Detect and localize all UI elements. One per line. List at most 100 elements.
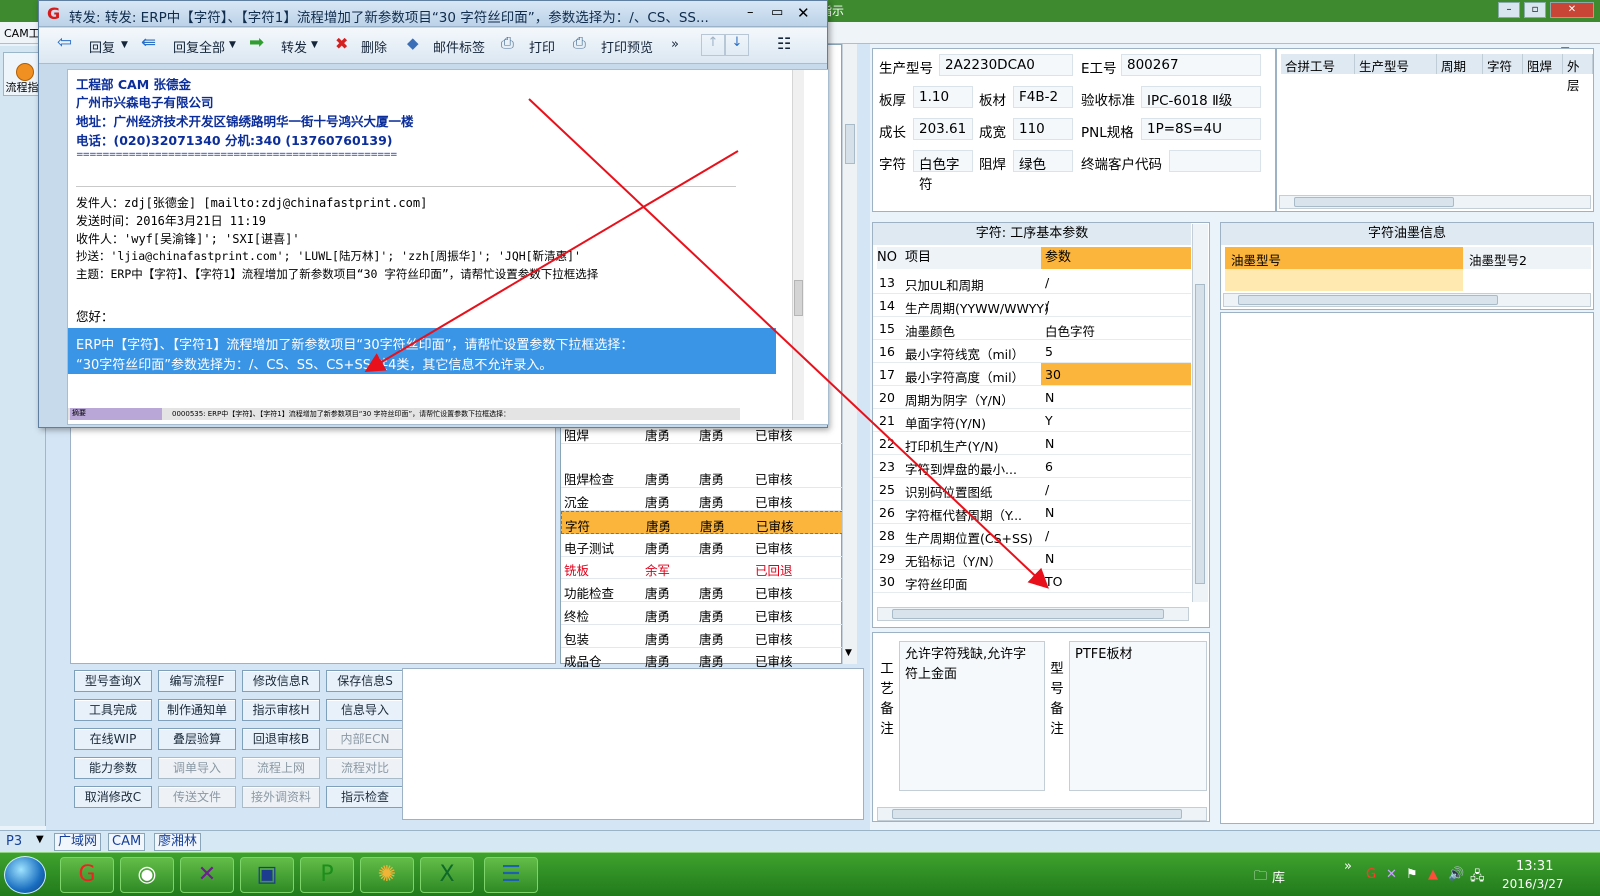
- param-value[interactable]: Y: [1041, 409, 1191, 431]
- selected-text[interactable]: ERP中【字符】、【字符1】流程增加了新参数项目“30字符丝印面”，请帮忙设置参…: [68, 328, 776, 374]
- action-button[interactable]: 接外调资料: [242, 786, 320, 808]
- param-row[interactable]: 26 字符框代替周期（Y... N: [873, 501, 1191, 524]
- mask-field[interactable]: 绿色: [1013, 150, 1073, 173]
- print-preview-button[interactable]: 打印预览: [601, 37, 653, 56]
- action-button[interactable]: 修改信息R: [242, 670, 320, 692]
- action-button[interactable]: 内部ECN: [326, 728, 404, 750]
- action-button[interactable]: 指示检查: [326, 786, 404, 808]
- reply-button[interactable]: 回复: [89, 37, 115, 56]
- param-row[interactable]: 14 生产周期(YYWW/WWYY) /: [873, 294, 1191, 317]
- param-row[interactable]: 13 只加UL和周期 /: [873, 271, 1191, 294]
- action-button[interactable]: 指示审核H: [242, 699, 320, 721]
- action-button[interactable]: 叠层验算: [158, 728, 236, 750]
- param-value[interactable]: N: [1041, 501, 1191, 523]
- tray-x-icon[interactable]: ✕: [1386, 867, 1397, 882]
- params-hscroll-thumb[interactable]: [892, 609, 1164, 619]
- p-task-icon[interactable]: P: [300, 857, 354, 893]
- clock-date[interactable]: 2016/3/27: [1502, 877, 1564, 891]
- status-dropdown-icon[interactable]: ▼: [36, 834, 44, 845]
- tray-foxmail-icon[interactable]: G: [1366, 867, 1376, 882]
- process-scrollbar[interactable]: ▼: [842, 44, 857, 664]
- action-button[interactable]: 型号查询X: [74, 670, 152, 692]
- process-row[interactable]: 电子测试 唐勇 唐勇 已审核: [561, 534, 843, 557]
- ink-hscroll-thumb[interactable]: [1238, 295, 1498, 305]
- tray-folder-icon[interactable]: 🗀: [1254, 867, 1267, 889]
- reply-icon[interactable]: ⇦: [57, 32, 72, 53]
- action-button[interactable]: 保存信息S: [326, 670, 404, 692]
- tray-volume-icon[interactable]: 🔊: [1448, 867, 1464, 882]
- menu-icon[interactable]: ☷: [777, 34, 791, 53]
- excel-task-icon[interactable]: X: [420, 857, 474, 893]
- process-scroll-thumb[interactable]: [845, 124, 855, 164]
- param-row[interactable]: 21 单面字符(Y/N) Y: [873, 409, 1191, 432]
- param-row[interactable]: 20 周期为阴字（Y/N） N: [873, 386, 1191, 409]
- pnl-field[interactable]: 1P=8S=4U: [1141, 118, 1261, 140]
- param-value[interactable]: /: [1041, 478, 1191, 500]
- status-wan[interactable]: 广域网: [54, 833, 102, 851]
- ink-row[interactable]: [1225, 269, 1463, 291]
- reply-dropdown-icon[interactable]: ▼: [121, 40, 128, 50]
- email-vscroll[interactable]: [792, 70, 804, 420]
- email-minimize-icon[interactable]: –: [747, 5, 754, 20]
- char-field[interactable]: 白色字符: [913, 150, 973, 193]
- delete-icon[interactable]: ✖: [335, 34, 348, 53]
- process-row[interactable]: 终检 唐勇 唐勇 已审核: [561, 602, 843, 625]
- foxmail-task-icon[interactable]: G: [60, 857, 114, 893]
- print-icon[interactable]: ⎙: [501, 33, 514, 53]
- process-row[interactable]: 成品仓 唐勇 唐勇 已审核: [561, 647, 843, 670]
- next-mail-icon[interactable]: ↓: [725, 34, 749, 56]
- standard-field[interactable]: IPC-6018 Ⅱ级: [1141, 86, 1261, 109]
- process-row[interactable]: 铣板 余军 已回退: [561, 556, 843, 579]
- ink-hscroll[interactable]: [1223, 293, 1591, 307]
- action-button[interactable]: 传送文件: [158, 786, 236, 808]
- customer-field[interactable]: [1169, 150, 1261, 172]
- action-button[interactable]: 制作通知单: [158, 699, 236, 721]
- param-value[interactable]: /: [1041, 294, 1191, 316]
- param-value[interactable]: /: [1041, 271, 1191, 293]
- action-button[interactable]: 调单导入: [158, 757, 236, 779]
- notepad-task-icon[interactable]: ☰: [484, 857, 538, 893]
- email-titlebar[interactable]: G 转发: 转发: ERP中【字符】、【字符1】流程增加了新参数项目“30 字符…: [39, 1, 827, 27]
- param-row[interactable]: 23 字符到焊盘的最小... 6: [873, 455, 1191, 478]
- flow-nav-button[interactable]: 流程指: [3, 52, 41, 96]
- email-close-icon[interactable]: ✕: [797, 4, 810, 22]
- process-note-text[interactable]: 允许字符残缺,允许字符上金面: [899, 641, 1045, 791]
- action-button[interactable]: 编写流程F: [158, 670, 236, 692]
- param-row[interactable]: 16 最小字符线宽（mil） 5: [873, 340, 1191, 363]
- note-area[interactable]: [402, 668, 864, 820]
- start-button[interactable]: [4, 856, 46, 894]
- params-vscroll-thumb[interactable]: [1195, 284, 1205, 584]
- material-field[interactable]: F4B-2: [1013, 86, 1073, 108]
- combine-hscroll[interactable]: [1279, 195, 1591, 209]
- tray-network-icon[interactable]: 🖧: [1470, 867, 1485, 889]
- reply-all-icon[interactable]: ⇚: [141, 32, 156, 53]
- tray-warning-icon[interactable]: ▲: [1428, 867, 1438, 882]
- param-row[interactable]: 15 油墨颜色 白色字符: [873, 317, 1191, 340]
- process-row[interactable]: 沉金 唐勇 唐勇 已审核: [561, 488, 843, 511]
- process-row[interactable]: 字符 唐勇 唐勇 已审核: [561, 511, 843, 534]
- more-button[interactable]: »: [671, 37, 679, 52]
- process-row[interactable]: 阻焊检查 唐勇 唐勇 已审核: [561, 465, 843, 488]
- action-button[interactable]: 能力参数: [74, 757, 152, 779]
- tray-expand-icon[interactable]: »: [1344, 859, 1352, 874]
- params-hscroll[interactable]: [877, 607, 1189, 621]
- restore-button[interactable]: ▫: [1524, 2, 1546, 18]
- combine-hscroll-thumb[interactable]: [1294, 197, 1454, 207]
- status-user[interactable]: 廖湘林: [154, 833, 202, 851]
- status-cam[interactable]: CAM: [108, 833, 146, 851]
- param-value[interactable]: N: [1041, 386, 1191, 408]
- param-value[interactable]: N: [1041, 432, 1191, 454]
- process-row[interactable]: 功能检查 唐勇 唐勇 已审核: [561, 579, 843, 602]
- print-preview-icon[interactable]: ⎙: [573, 33, 586, 53]
- param-row[interactable]: 30 字符丝印面 TO: [873, 570, 1191, 593]
- param-value[interactable]: /: [1041, 524, 1191, 546]
- model-field[interactable]: 2A2230DCA0: [939, 54, 1073, 76]
- save-task-icon[interactable]: ▣: [240, 857, 294, 893]
- email-maximize-icon[interactable]: ▭: [771, 5, 783, 20]
- param-value[interactable]: 白色字符: [1041, 317, 1191, 339]
- close-button[interactable]: ✕: [1550, 2, 1594, 18]
- action-button[interactable]: 在线WIP: [74, 728, 152, 750]
- params-vscroll[interactable]: [1192, 224, 1208, 602]
- param-row[interactable]: 17 最小字符高度（mil） 30: [873, 363, 1191, 386]
- x-task-icon[interactable]: ✕: [180, 857, 234, 893]
